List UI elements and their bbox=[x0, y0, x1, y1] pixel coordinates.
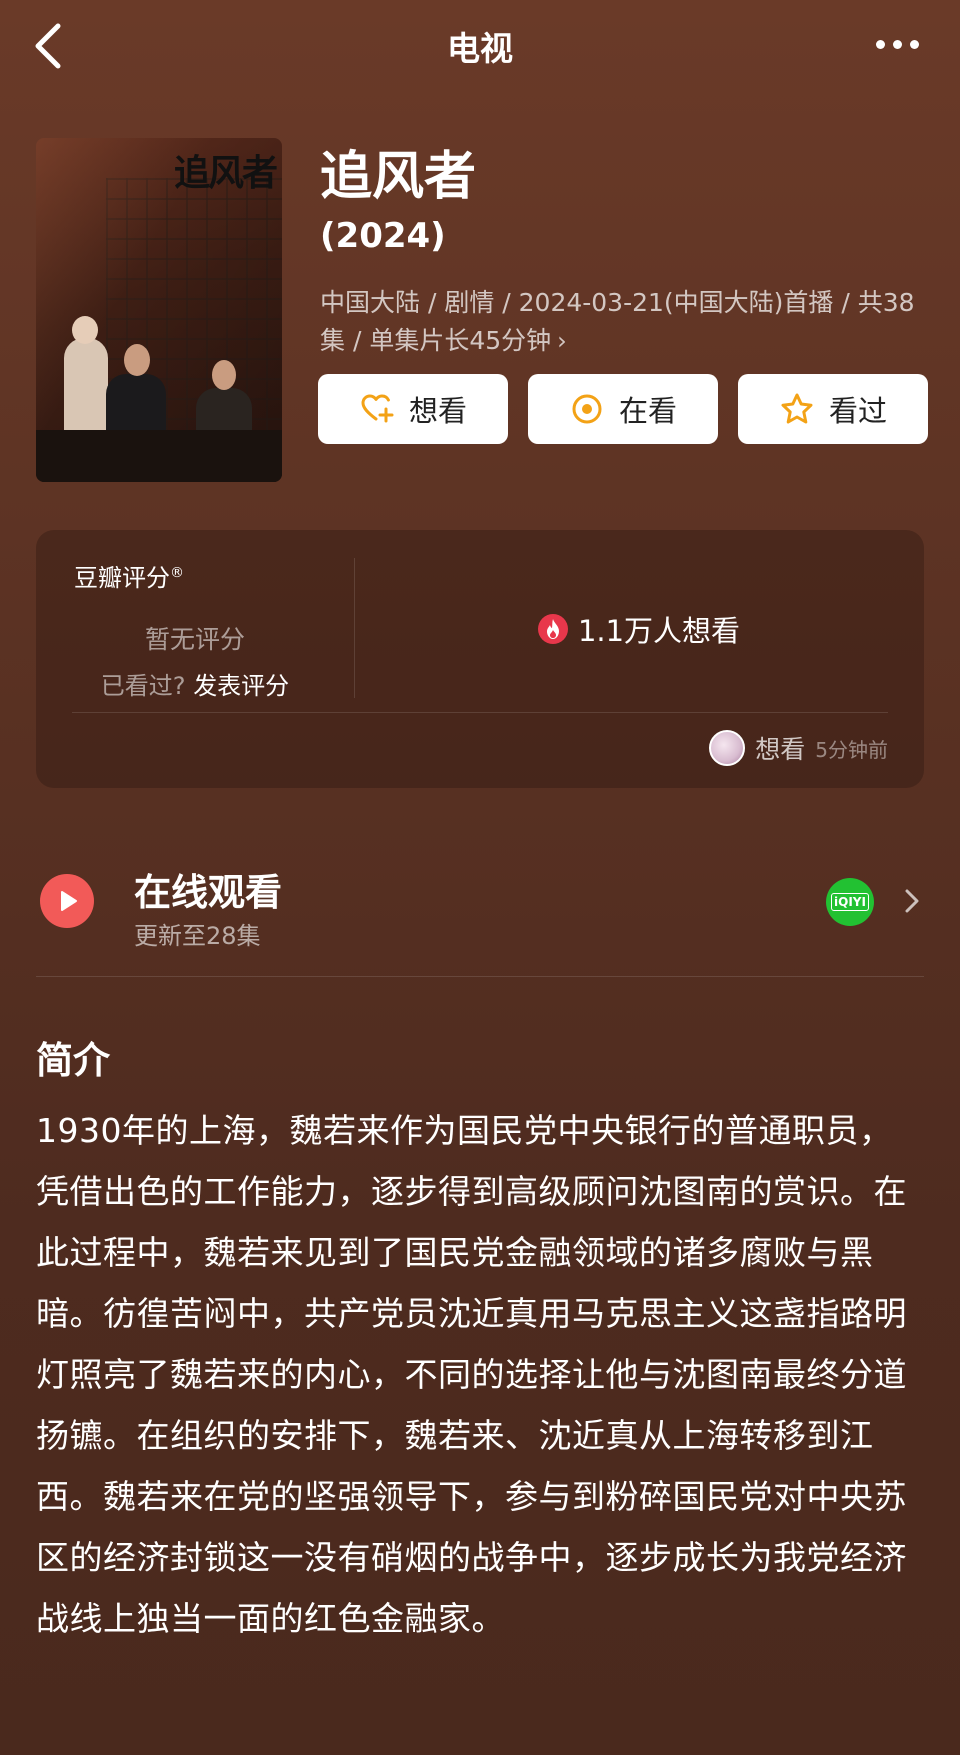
more-dot bbox=[892, 39, 902, 49]
registered-mark: ® bbox=[170, 565, 184, 581]
wish-count-text: 1.1万人想看 bbox=[577, 614, 741, 648]
show-meta[interactable]: 中国大陆 / 剧情 / 2024-03-21(中国大陆)首播 / 共38集 / … bbox=[320, 284, 932, 360]
show-meta-text: 中国大陆 / 剧情 / 2024-03-21(中国大陆)首播 / 共38集 / … bbox=[320, 288, 915, 355]
rating-card: 豆瓣评分® 暂无评分 已看过? 发表评分 1.1万人想看 想看 5分钟前 bbox=[36, 530, 924, 788]
fire-icon bbox=[537, 614, 568, 644]
watched-button[interactable]: 看过 bbox=[738, 374, 928, 444]
show-title: 追风者 bbox=[320, 147, 477, 207]
synopsis-body: 1930年的上海，魏若来作为国民党中央银行的普通职员，凭借出色的工作能力，逐步得… bbox=[36, 1111, 907, 1638]
seen-prompt: 已看过? 发表评分 bbox=[36, 666, 354, 701]
chevron-right-icon bbox=[905, 889, 919, 913]
activity-time: 5分钟前 bbox=[815, 737, 888, 762]
iqiyi-logo-text: iQIYI bbox=[831, 893, 869, 911]
more-dot bbox=[909, 39, 919, 49]
watched-label: 看过 bbox=[828, 394, 887, 428]
wish-count[interactable]: 1.1万人想看 bbox=[354, 608, 924, 650]
douban-rating-brand-text: 豆瓣评分 bbox=[74, 564, 170, 592]
want-to-watch-button[interactable]: 想看 bbox=[318, 374, 508, 444]
recent-activity[interactable]: 想看 5分钟前 bbox=[709, 730, 888, 766]
heart-plus-icon bbox=[359, 391, 395, 427]
section-divider bbox=[36, 976, 924, 977]
avatar bbox=[709, 730, 746, 766]
watching-button[interactable]: 在看 bbox=[528, 374, 718, 444]
douban-rating-brand: 豆瓣评分® bbox=[74, 558, 184, 593]
watch-online-title: 在线观看 bbox=[134, 871, 282, 914]
post-rating-link[interactable]: 发表评分 bbox=[193, 672, 289, 700]
more-dots-icon bbox=[875, 39, 885, 49]
activity-label: 想看 bbox=[755, 735, 806, 764]
target-icon bbox=[569, 391, 605, 427]
poster-figure-head bbox=[212, 360, 236, 390]
more-options-button[interactable] bbox=[862, 24, 932, 64]
poster-figure-head bbox=[124, 344, 150, 376]
watching-label: 在看 bbox=[618, 394, 677, 428]
poster-table bbox=[36, 430, 282, 482]
page-title: 电视 bbox=[447, 29, 513, 68]
no-rating-text: 暂无评分 bbox=[144, 625, 245, 654]
horizontal-divider bbox=[72, 712, 888, 713]
want-to-watch-label: 想看 bbox=[408, 394, 467, 428]
iqiyi-logo-icon: iQIYI bbox=[826, 878, 874, 926]
action-buttons: 想看 在看 看过 bbox=[318, 374, 928, 444]
synopsis-heading: 简介 bbox=[36, 1039, 110, 1082]
play-icon bbox=[40, 874, 94, 928]
top-bar: 电视 bbox=[0, 0, 960, 92]
chevron-right-icon: › bbox=[557, 327, 567, 355]
star-icon bbox=[779, 391, 815, 427]
show-year: (2024) bbox=[320, 216, 446, 256]
watch-online-row[interactable]: 在线观看 更新至28集 iQIYI bbox=[0, 850, 960, 977]
watch-online-subtitle: 更新至28集 bbox=[134, 922, 261, 950]
poster-title-art: 追风者 bbox=[173, 152, 278, 194]
poster-image[interactable]: 追风者 bbox=[36, 138, 282, 482]
poster-figure-head bbox=[72, 316, 98, 344]
seen-question: 已看过? bbox=[100, 672, 186, 700]
